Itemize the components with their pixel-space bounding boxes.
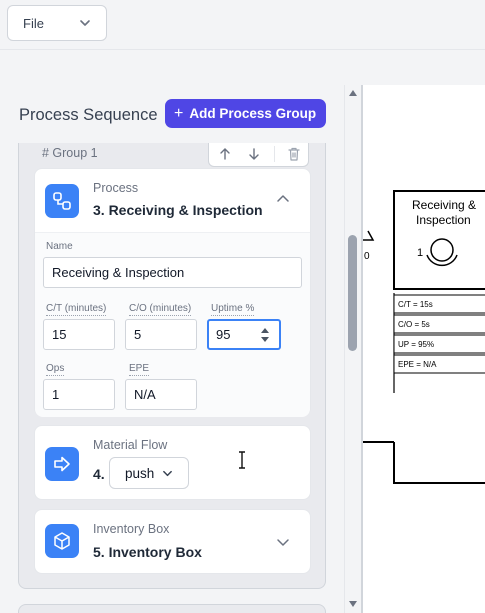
co-input[interactable]: 5 [125, 319, 197, 350]
data-row-ct: C/T = 15s [398, 300, 433, 309]
file-menu-label: File [23, 15, 44, 31]
co-label: C/O (minutes) [129, 303, 192, 316]
process-data-box[interactable]: C/T = 15s C/O = 5s UP = 95% EPE = N/A [393, 293, 485, 393]
trash-icon[interactable] [286, 146, 302, 162]
group-toolbar [208, 143, 309, 167]
ops-input[interactable]: 1 [43, 379, 115, 410]
toolbar-divider [274, 146, 275, 162]
diagram-canvas[interactable]: Receiving & Inspection 1 0 C/T = 15s C/O… [361, 85, 485, 613]
process-card: Process 3. Receiving & Inspection Name R… [34, 168, 311, 417]
inbound-arrow-fragment [363, 230, 375, 241]
data-row-up: UP = 95% [398, 340, 434, 349]
arrow-down-icon[interactable] [246, 146, 262, 162]
inventory-kicker: Inventory Box [93, 522, 170, 536]
scroll-up-icon[interactable] [348, 89, 358, 97]
diagram-side-number: 0 [364, 251, 370, 262]
file-menu-button[interactable]: File [7, 5, 107, 41]
diagram-process-title-2: Inspection [416, 213, 471, 227]
box-icon [54, 532, 70, 550]
top-bar: File [0, 0, 485, 50]
flow-icon-tile [45, 447, 79, 481]
add-process-group-label: Add Process Group [189, 106, 317, 121]
material-flow-card: Material Flow 4. push [34, 425, 311, 500]
toolbar-strip [0, 50, 485, 85]
epe-label: EPE [129, 363, 150, 376]
panel-title: Process Sequence [19, 106, 158, 124]
scroll-down-icon[interactable] [348, 600, 358, 608]
text-cursor-icon [239, 451, 245, 469]
ops-value: 1 [52, 387, 60, 402]
process-group: # Group 1 Process 3. Receiving & Inspect… [18, 143, 326, 589]
inventory-box-card[interactable]: Inventory Box 5. Inventory Box [34, 509, 311, 574]
process-icon [53, 192, 71, 210]
ct-input[interactable]: 15 [43, 319, 115, 350]
flow-number: 4. [93, 466, 105, 482]
name-input[interactable]: Receiving & Inspection [43, 257, 302, 288]
spinner-icon[interactable] [260, 326, 270, 344]
inventory-name: 5. Inventory Box [93, 544, 202, 560]
chevron-down-icon [163, 470, 172, 477]
ops-label: Ops [46, 363, 65, 376]
plus-icon: + [174, 104, 184, 122]
ct-value: 15 [52, 327, 67, 342]
diagram-process-title-1: Receiving & [412, 198, 476, 212]
co-value: 5 [134, 327, 142, 342]
epe-input[interactable]: N/A [125, 379, 197, 410]
arrow-up-icon[interactable] [217, 146, 233, 162]
diagram-operator-count: 1 [417, 247, 423, 259]
flow-type-value: push [125, 465, 155, 481]
data-row-epe: EPE = N/A [398, 360, 437, 369]
data-row-co: C/O = 5s [398, 320, 430, 329]
flow-kicker: Material Flow [93, 438, 168, 452]
chevron-up-icon[interactable] [276, 192, 290, 206]
uptime-input[interactable]: 95 [207, 319, 281, 350]
scroll-thumb[interactable] [348, 235, 357, 351]
panel-scrollbar[interactable] [345, 85, 361, 613]
inventory-icon-tile [45, 524, 79, 558]
process-icon-tile [45, 184, 79, 218]
next-group-stub [18, 604, 326, 613]
uptime-label: Uptime % [211, 303, 255, 316]
add-process-group-button[interactable]: + Add Process Group [165, 99, 326, 128]
timeline-line [393, 442, 485, 484]
process-kicker: Process [93, 181, 139, 195]
process-sequence-panel: Process Sequence + Add Process Group # G… [0, 85, 345, 613]
process-name: 3. Receiving & Inspection [93, 202, 263, 218]
flow-type-select[interactable]: push [109, 457, 189, 489]
uptime-value: 95 [216, 327, 231, 342]
chevron-down-icon [80, 20, 90, 26]
ct-label: C/T (minutes) [46, 303, 107, 316]
arrow-right-icon [54, 456, 70, 472]
value-stream-map: Receiving & Inspection 1 0 C/T = 15s C/O… [363, 190, 485, 484]
name-value: Receiving & Inspection [52, 265, 185, 280]
group-label: # Group 1 [42, 146, 98, 160]
process-form: Name Receiving & Inspection C/T (minutes… [35, 232, 310, 417]
name-label: Name [46, 241, 73, 252]
epe-value: N/A [134, 387, 156, 402]
chevron-down-icon[interactable] [276, 535, 290, 549]
